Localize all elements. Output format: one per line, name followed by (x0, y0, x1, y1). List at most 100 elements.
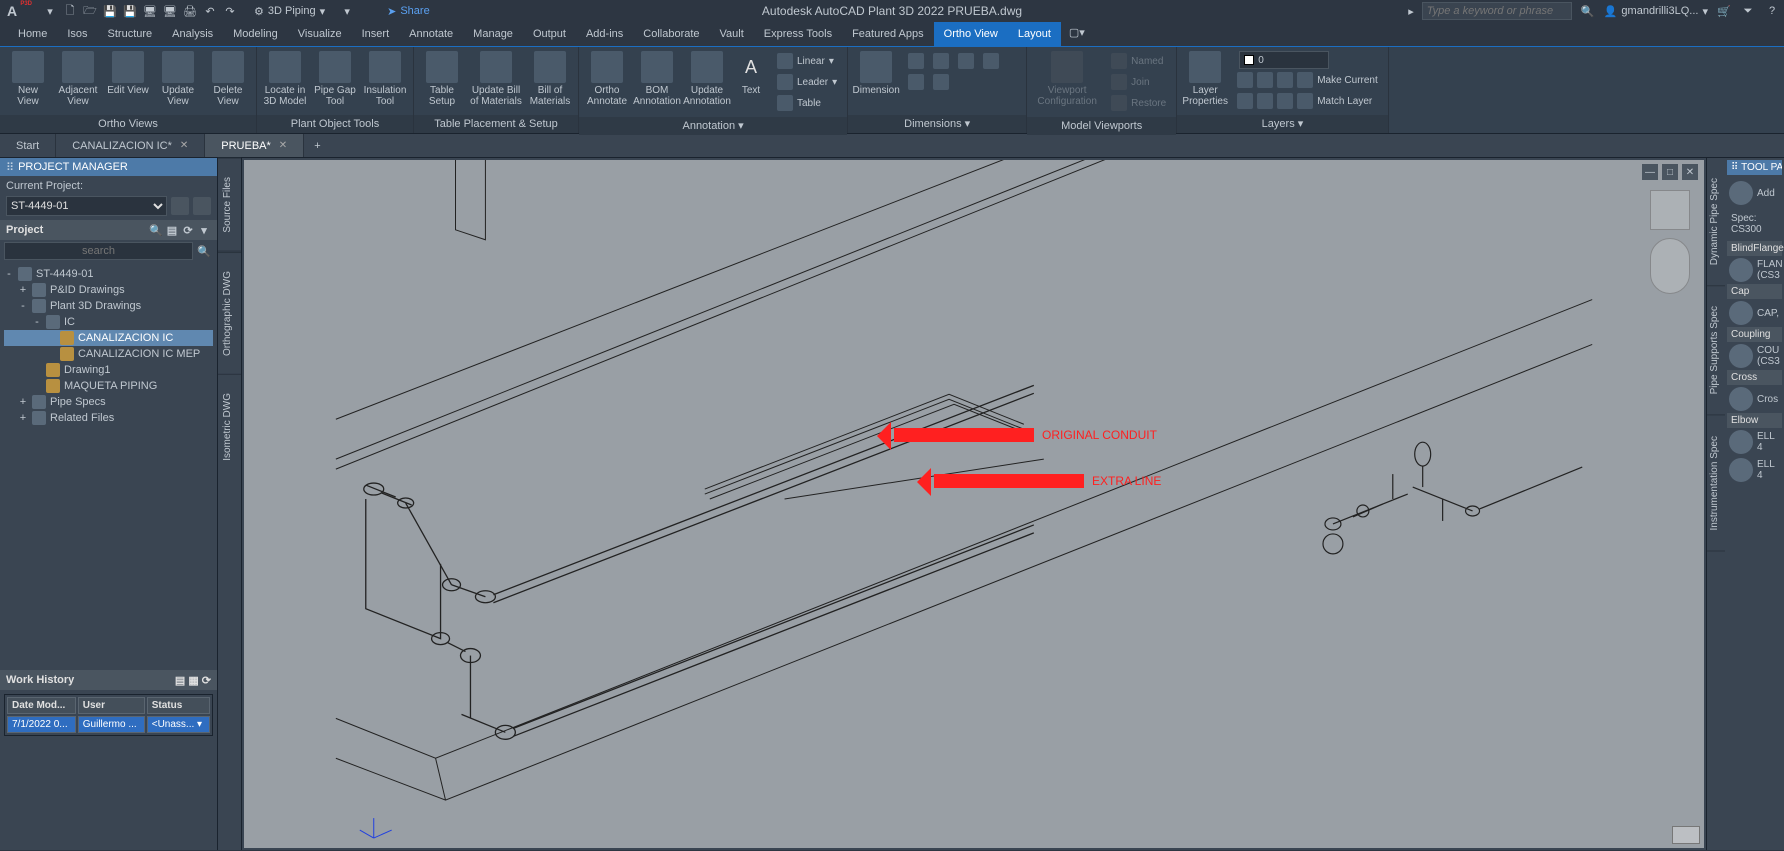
pm-search-icon[interactable]: 🔍 (149, 223, 163, 237)
tree-node[interactable]: +P&ID Drawings (4, 282, 213, 298)
pm-search-input[interactable] (4, 242, 193, 260)
tree-node[interactable]: MAQUETA PIPING (4, 378, 213, 394)
navbar-wheel[interactable] (1650, 238, 1690, 294)
menu-tab-home[interactable]: Home (8, 22, 57, 46)
palette-item[interactable]: Cros (1727, 385, 1782, 413)
pm-tool-2-icon[interactable] (193, 197, 211, 215)
tree-node[interactable]: -Plant 3D Drawings (4, 298, 213, 314)
qat-overflow-icon[interactable]: ▾ (339, 3, 355, 19)
tree-expand-icon[interactable]: - (18, 300, 28, 312)
menu-tab-annotate[interactable]: Annotate (399, 22, 463, 46)
app-logo-icon[interactable]: A (4, 3, 20, 19)
palette-vtab-instrumentation[interactable]: Instrumentation Spec (1707, 416, 1725, 552)
help-icon[interactable]: ? (1764, 3, 1780, 19)
palette-item[interactable]: CAP, (1727, 299, 1782, 327)
dim-radius-button[interactable] (904, 72, 928, 92)
menu-tab-addins[interactable]: Add-ins (576, 22, 633, 46)
wh-tool2-icon[interactable]: ▦ (188, 675, 198, 687)
menu-tab-insert[interactable]: Insert (352, 22, 400, 46)
menu-focus-icon[interactable]: ▢▾ (1061, 22, 1093, 46)
drawing-tab-add[interactable]: + (304, 134, 330, 157)
menu-tab-analysis[interactable]: Analysis (162, 22, 223, 46)
search-icon[interactable]: 🔍 (195, 242, 213, 260)
menu-tab-collaborate[interactable]: Collaborate (633, 22, 709, 46)
keyword-search-input[interactable] (1422, 2, 1572, 20)
palette-add-button[interactable]: Add (1727, 179, 1782, 207)
text-button[interactable]: AText (733, 49, 769, 98)
wh-col-date[interactable]: Date Mod... (7, 697, 76, 714)
stay-connected-icon[interactable]: ⏷ (1740, 3, 1756, 19)
pm-treeview-icon[interactable]: ▤ (165, 223, 179, 237)
chevron-down-icon[interactable]: ▾ (197, 719, 202, 730)
user-menu[interactable]: 👤 gmandrilli3LQ... ▾ (1604, 5, 1708, 18)
palette-item[interactable]: FLAN (CS3 (1727, 256, 1782, 284)
new-icon[interactable]: 🗋 (62, 3, 78, 19)
make-current-button[interactable]: Make Current (1233, 70, 1382, 90)
layer-dropdown[interactable]: 0 (1239, 51, 1329, 69)
menu-tab-featured-apps[interactable]: Featured Apps (842, 22, 934, 46)
update-bom-button[interactable]: Update Bill of Materials (468, 49, 524, 109)
palette-vtab-pipe-supports[interactable]: Pipe Supports Spec (1707, 286, 1725, 415)
menu-tab-layout[interactable]: Layout (1008, 22, 1061, 46)
tree-expand-icon[interactable]: - (4, 268, 14, 280)
menu-tab-modeling[interactable]: Modeling (223, 22, 288, 46)
drawing-canvas[interactable]: — □ ✕ (242, 158, 1706, 850)
wh-tool3-icon[interactable]: ⟳ (202, 675, 211, 687)
close-icon[interactable]: ✕ (180, 140, 188, 151)
dim-linear-button[interactable] (904, 51, 928, 71)
table-row[interactable]: 7/1/2022 0... Guillermo ... <Unass... ▾ (7, 716, 210, 733)
plot-icon[interactable]: 🖨 (182, 3, 198, 19)
view-cube[interactable] (1650, 190, 1690, 300)
pm-refresh-icon[interactable]: ⟳ (181, 223, 195, 237)
tree-expand-icon[interactable]: - (32, 316, 42, 328)
layer-properties-button[interactable]: Layer Properties (1181, 49, 1229, 109)
palette-header[interactable]: ⠿ TOOL PALE (1727, 160, 1782, 175)
tree-node[interactable]: CANALIZACION IC (4, 330, 213, 346)
leader-button[interactable]: Leader ▾ (773, 72, 841, 92)
drawing-tab-canalizacion[interactable]: CANALIZACION IC*✕ (56, 134, 205, 157)
menu-tab-structure[interactable]: Structure (98, 22, 163, 46)
current-project-select[interactable]: ST-4449-01 (6, 196, 167, 216)
project-manager-header[interactable]: ⠿PROJECT MANAGER (0, 158, 217, 176)
viewport-maximize-icon[interactable]: □ (1662, 164, 1678, 180)
wh-tool1-icon[interactable]: ▤ (175, 675, 185, 687)
drawing-tab-start[interactable]: Start (0, 134, 56, 157)
menu-tab-vault[interactable]: Vault (710, 22, 754, 46)
linear-button[interactable]: Linear ▾ (773, 51, 841, 71)
menu-tab-isos[interactable]: Isos (57, 22, 97, 46)
nav-badge[interactable] (1672, 826, 1700, 844)
menu-tab-ortho-view[interactable]: Ortho View (934, 22, 1008, 46)
bom-button[interactable]: Bill of Materials (526, 49, 574, 109)
delete-view-button[interactable]: Delete View (204, 49, 252, 109)
viewcube-face[interactable] (1650, 190, 1690, 230)
palette-item[interactable]: ELL 4 (1727, 456, 1782, 484)
tree-node[interactable]: CANALIZACION IC MEP (4, 346, 213, 362)
panel-title[interactable]: Dimensions ▾ (848, 115, 1026, 133)
table-setup-button[interactable]: Table Setup (418, 49, 466, 109)
ortho-annotate-button[interactable]: Ortho Annotate (583, 49, 631, 109)
pm-tool-1-icon[interactable] (171, 197, 189, 215)
dim-arc-button[interactable] (979, 51, 1003, 71)
viewport-close-icon[interactable]: ✕ (1682, 164, 1698, 180)
tree-node[interactable]: Drawing1 (4, 362, 213, 378)
dim-aligned-button[interactable] (929, 51, 953, 71)
tree-expand-icon[interactable]: + (18, 284, 28, 296)
vtab-source-files[interactable]: Source Files (218, 158, 241, 252)
insulation-tool-button[interactable]: Insulation Tool (361, 49, 409, 109)
workspace-selector[interactable]: ⚙ 3D Piping ▾ (254, 5, 325, 18)
menu-tab-visualize[interactable]: Visualize (288, 22, 352, 46)
layer-thaw-icon[interactable] (1257, 93, 1273, 109)
panel-title[interactable]: Annotation ▾ (579, 117, 847, 135)
locate-in-3d-button[interactable]: Locate in 3D Model (261, 49, 309, 109)
bom-annotation-button[interactable]: BOM Annotation (633, 49, 681, 109)
tree-expand-icon[interactable]: + (18, 412, 28, 424)
vtab-isometric-dwg[interactable]: Isometric DWG (218, 374, 241, 479)
redo-icon[interactable]: ↷ (222, 3, 238, 19)
edit-view-button[interactable]: Edit View (104, 49, 152, 98)
open-icon[interactable]: 🗁 (82, 3, 98, 19)
menu-tab-output[interactable]: Output (523, 22, 576, 46)
layer-unlock-icon[interactable] (1277, 93, 1293, 109)
pipe-gap-tool-button[interactable]: Pipe Gap Tool (311, 49, 359, 109)
grip-icon[interactable]: ⠿ (1731, 162, 1738, 173)
palette-item[interactable]: COU (CS3 (1727, 342, 1782, 370)
